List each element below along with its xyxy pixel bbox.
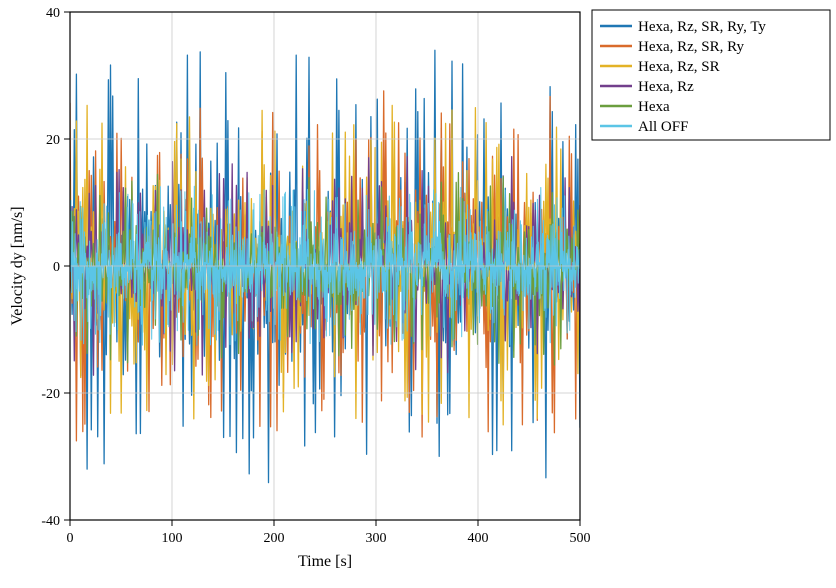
y-tick-label: 20 bbox=[46, 133, 60, 148]
x-tick-label: 400 bbox=[468, 531, 489, 546]
x-tick-label: 200 bbox=[264, 531, 285, 546]
legend-label: Hexa, Rz, SR, Ry, Ty bbox=[638, 19, 766, 35]
y-tick-label: 40 bbox=[46, 6, 60, 21]
legend-label: Hexa bbox=[638, 99, 670, 115]
y-tick-label: -40 bbox=[41, 514, 60, 529]
legend-label: Hexa, Rz, SR bbox=[638, 59, 720, 75]
y-tick-label: 0 bbox=[53, 260, 60, 275]
x-tick-label: 500 bbox=[570, 531, 591, 546]
legend: Hexa, Rz, SR, Ry, Ty Hexa, Rz, SR, Ry Hexa… bbox=[592, 10, 830, 140]
y-axis-label: Velocity dy [nm/s] bbox=[9, 206, 26, 325]
y-tick-label: -20 bbox=[41, 387, 60, 402]
x-tick-label: 0 bbox=[67, 531, 74, 546]
legend-label: All OFF bbox=[638, 119, 688, 135]
x-axis-label: Time [s] bbox=[298, 553, 352, 570]
legend-label: Hexa, Rz bbox=[638, 79, 694, 95]
x-tick-label: 300 bbox=[366, 531, 387, 546]
x-tick-label: 100 bbox=[162, 531, 183, 546]
velocity-chart: 0 100 200 300 400 500 -40 -20 0 20 40 Time [s] Vel… bbox=[0, 0, 836, 588]
legend-label: Hexa, Rz, SR, Ry bbox=[638, 39, 745, 55]
